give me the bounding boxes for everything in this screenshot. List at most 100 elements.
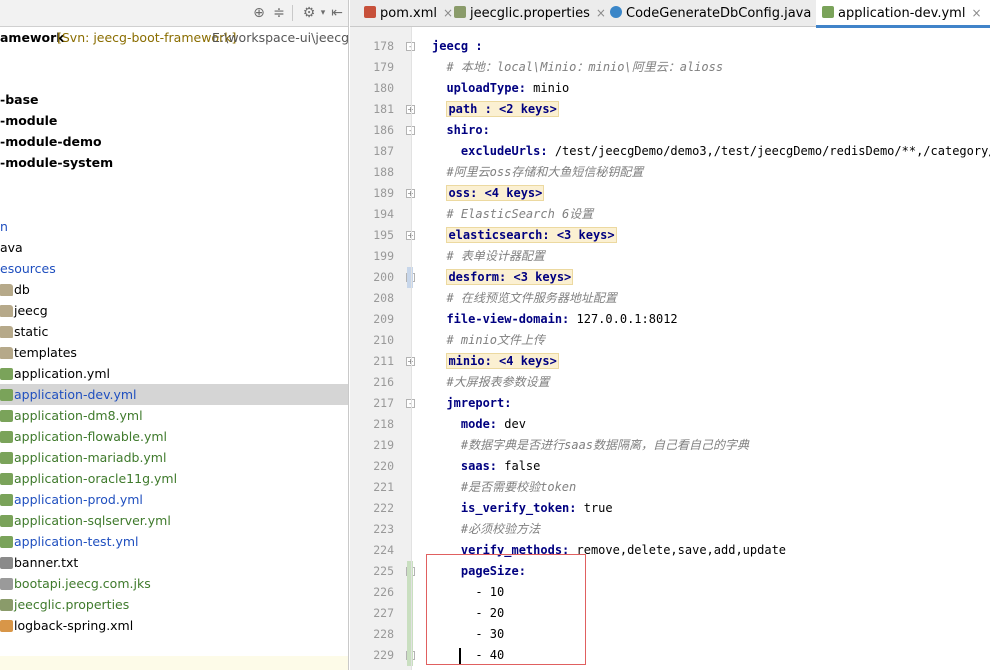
code-line[interactable]: # 在线预览文件服务器地址配置 bbox=[432, 288, 617, 309]
tree-module-3[interactable]: -module-demo bbox=[0, 131, 348, 152]
folded-region[interactable]: oss: <4 keys> bbox=[446, 185, 545, 201]
tab-codegeneratedbconfig-java[interactable]: CodeGenerateDbConfig.java× bbox=[604, 0, 827, 27]
yaml-key: is_verify_token: bbox=[460, 501, 577, 515]
comment-text: # 在线预览文件服务器地址配置 bbox=[446, 291, 617, 305]
tab-pom-xml[interactable]: pom.xml × bbox=[358, 0, 453, 27]
code-line[interactable]: # 表单设计器配置 bbox=[432, 246, 544, 267]
comment-text: #是否需要校验token bbox=[460, 480, 577, 494]
tree-module-2[interactable]: -module bbox=[0, 110, 348, 131]
yml-file-icon bbox=[0, 536, 13, 548]
folder-icon bbox=[0, 347, 13, 359]
line-number: 194 bbox=[373, 207, 394, 221]
code-line[interactable]: # minio文件上传 bbox=[432, 330, 545, 351]
code-line[interactable]: #必须校验方法 bbox=[432, 519, 540, 540]
folded-region[interactable]: desform: <3 keys> bbox=[446, 269, 574, 285]
code-line[interactable]: elasticsearch: <3 keys> bbox=[432, 225, 617, 246]
code-line[interactable]: desform: <3 keys> bbox=[432, 267, 574, 288]
comment-text: #数据字典是否进行saas数据隔离，自己看自己的字典 bbox=[460, 438, 750, 452]
code-line[interactable]: jeecg : bbox=[432, 36, 483, 57]
yml-file-icon bbox=[0, 368, 13, 380]
tree-item-17[interactable]: banner.txt bbox=[0, 552, 348, 573]
code-line[interactable]: jmreport: bbox=[432, 393, 511, 414]
module-label: -base bbox=[0, 92, 39, 107]
tree-item-14[interactable]: application-prod.yml bbox=[0, 489, 348, 510]
yaml-value: dev bbox=[497, 417, 526, 431]
tree-item-label: bootapi.jeecg.com.jks bbox=[14, 576, 151, 591]
tree-item-4[interactable]: db bbox=[0, 279, 348, 300]
tab-label: application-dev.yml bbox=[838, 6, 966, 21]
code-line[interactable]: #大屏报表参数设置 bbox=[432, 372, 549, 393]
module-label: -module-system bbox=[0, 155, 114, 170]
root-name: amework bbox=[0, 30, 65, 45]
tree-item-label: jeecg bbox=[14, 303, 48, 318]
code-line[interactable]: #阿里云oss存储和大鱼短信秘钥配置 bbox=[432, 162, 643, 183]
tree-item-label: jeecglic.properties bbox=[14, 597, 130, 612]
tree-item-5[interactable]: jeecg bbox=[0, 300, 348, 321]
tree-root-row[interactable]: amework [Svn: jeecg-boot-framework] E:\wor… bbox=[0, 27, 348, 48]
tree-item-12[interactable]: application-mariadb.yml bbox=[0, 447, 348, 468]
code-line[interactable]: #数据字典是否进行saas数据隔离，自己看自己的字典 bbox=[432, 435, 749, 456]
code-line[interactable]: #是否需要校验token bbox=[432, 477, 576, 498]
line-number: 224 bbox=[373, 543, 394, 557]
code-line[interactable]: is_verify_token: true bbox=[432, 498, 613, 519]
tree-module-4[interactable]: -module-system bbox=[0, 152, 348, 173]
line-number: 178 bbox=[373, 39, 394, 53]
tab-jeecglic-properties[interactable]: jeecglic.properties × bbox=[448, 0, 606, 27]
tree-item-15[interactable]: application-sqlserver.yml bbox=[0, 510, 348, 531]
folded-region[interactable]: elasticsearch: <3 keys> bbox=[446, 227, 617, 243]
code-line[interactable]: saas: false bbox=[432, 456, 540, 477]
code-line[interactable]: file-view-domain: 127.0.0.1:8012 bbox=[432, 309, 677, 330]
line-number: 222 bbox=[373, 501, 394, 515]
tree-module-1[interactable]: -base bbox=[0, 89, 348, 110]
line-number: 220 bbox=[373, 459, 394, 473]
code-line[interactable]: mode: dev bbox=[432, 414, 526, 435]
tree-item-9[interactable]: application-dev.yml bbox=[0, 384, 348, 405]
code-line[interactable]: minio: <4 keys> bbox=[432, 351, 559, 372]
yml-file-icon bbox=[822, 6, 834, 18]
folded-region[interactable]: minio: <4 keys> bbox=[446, 353, 559, 369]
close-icon[interactable]: × bbox=[971, 6, 981, 20]
tree-item-8[interactable]: application.yml bbox=[0, 363, 348, 384]
tree-item-7[interactable]: templates bbox=[0, 342, 348, 363]
tree-item-1[interactable]: n bbox=[0, 216, 348, 237]
tree-item-10[interactable]: application-dm8.yml bbox=[0, 405, 348, 426]
tree-item-label: application.yml bbox=[14, 366, 110, 381]
tree-item-label: esources bbox=[0, 261, 56, 276]
tree-item-3[interactable]: esources bbox=[0, 258, 348, 279]
line-number: 189 bbox=[373, 186, 394, 200]
tree-item-19[interactable]: jeecglic.properties bbox=[0, 594, 348, 615]
code-line[interactable]: # ElasticSearch 6设置 bbox=[432, 204, 593, 225]
code-line[interactable]: excludeUrls: /test/jeecgDemo/demo3,/test… bbox=[432, 141, 990, 162]
tree-item-11[interactable]: application-flowable.yml bbox=[0, 426, 348, 447]
code-line[interactable]: shiro: bbox=[432, 120, 489, 141]
yaml-value: false bbox=[497, 459, 541, 473]
hide-panel-icon[interactable]: ⇤ bbox=[328, 4, 346, 22]
tree-item-18[interactable]: bootapi.jeecg.com.jks bbox=[0, 573, 348, 594]
folded-region[interactable]: path : <2 keys> bbox=[446, 101, 559, 117]
code-line[interactable]: # 本地：local\Minio：minio\阿里云：alioss bbox=[432, 57, 723, 78]
code-line[interactable]: uploadType: minio bbox=[432, 78, 569, 99]
change-marker bbox=[407, 561, 413, 666]
locate-icon[interactable]: ⊕ bbox=[250, 4, 268, 22]
code-line[interactable]: oss: <4 keys> bbox=[432, 183, 545, 204]
yml-file-icon bbox=[0, 515, 13, 527]
yaml-key: mode: bbox=[460, 417, 498, 431]
yml-file-icon bbox=[0, 494, 13, 506]
tree-item-2[interactable]: ava bbox=[0, 237, 348, 258]
collapse-all-icon[interactable]: ≑ bbox=[270, 4, 288, 22]
tree-item-20[interactable]: logback-spring.xml bbox=[0, 615, 348, 636]
code-line[interactable]: path : <2 keys> bbox=[432, 99, 559, 120]
tree-item-label: n bbox=[0, 219, 8, 234]
tree-item-13[interactable]: application-oracle11g.yml bbox=[0, 468, 348, 489]
tab-application-dev-yml[interactable]: application-dev.yml × bbox=[816, 0, 990, 28]
comment-text: # 本地：local\Minio：minio\阿里云：alioss bbox=[446, 60, 724, 74]
tree-item-16[interactable]: application-test.yml bbox=[0, 531, 348, 552]
tree-item-6[interactable]: static bbox=[0, 321, 348, 342]
